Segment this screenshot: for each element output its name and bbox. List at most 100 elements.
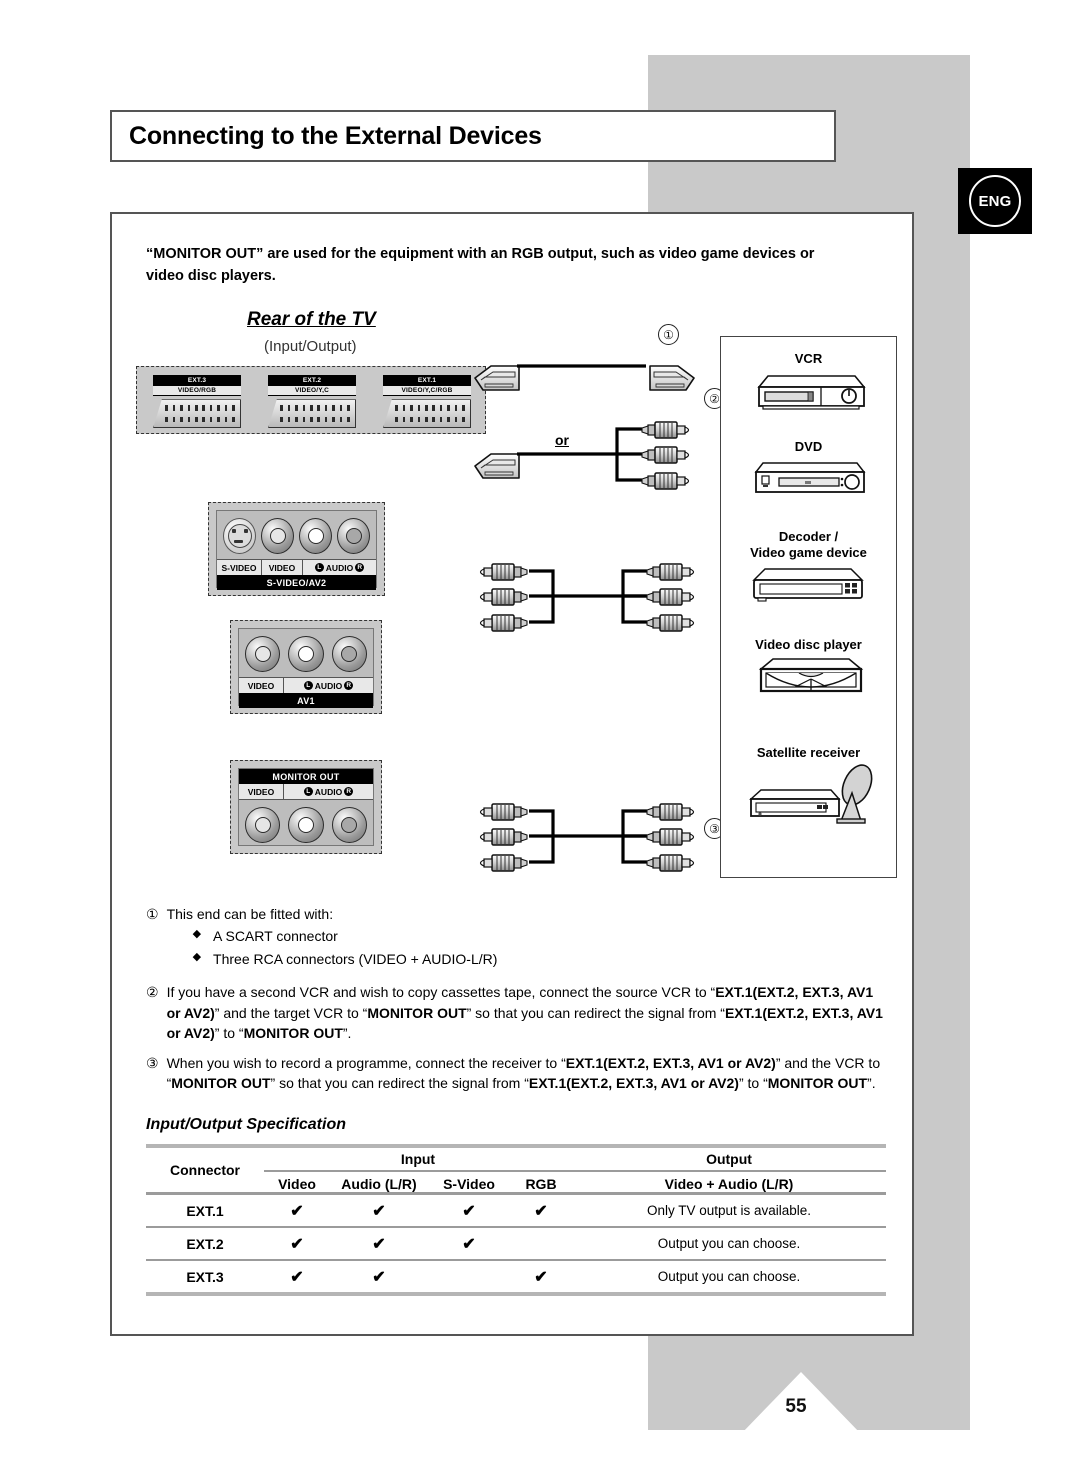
audio-label-text: AUDIO (314, 680, 343, 691)
panel-s-video-av2-jacks (217, 511, 376, 559)
panel-monitor-out-jacks (239, 800, 373, 848)
device-decoder: Decoder / Video game device (721, 529, 896, 613)
panel-monitor-out-labels: VIDEO L AUDIO R (239, 784, 373, 800)
row-ext3-video: ✔ (290, 1268, 304, 1286)
row-ext1-audio: ✔ (372, 1202, 386, 1220)
table-row: EXT.2 ✔ ✔ ✔ Output you can choose. (146, 1228, 886, 1259)
device-vcr-icon (757, 375, 866, 410)
row-ext2-video: ✔ (290, 1235, 304, 1253)
device-dvd: DVD (721, 439, 896, 506)
device-satellite-receiver-icon (749, 764, 873, 824)
spec-table: Connector Input Output Video Audio (L/R)… (146, 1144, 886, 1296)
device-dvd-label: DVD (794, 439, 823, 454)
note-1-bullet-2-text: Three RCA connectors (VIDEO + AUDIO-L/R) (213, 951, 498, 968)
s-video-jack (223, 518, 256, 554)
panel-s-video-av2: S-VIDEO VIDEO L AUDIO R S-VIDEO/AV2 (208, 502, 385, 596)
note-2-marker: ② (146, 984, 159, 1001)
panel-av1-inner: VIDEO L AUDIO R AV1 (238, 628, 374, 708)
audio-left-jack (288, 807, 324, 843)
scart-label-ext3: EXT.3 VIDEO/RGB (153, 375, 241, 397)
table-row: EXT.3 ✔ ✔ ✔ Output you can choose. (146, 1261, 886, 1292)
scart-signal-ext2: VIDEO/Y,C (268, 385, 356, 396)
label-audio-lr: L AUDIO R (303, 560, 376, 575)
video-jack (261, 518, 294, 554)
note-1-bullet-1: ◆ A SCART connector (193, 926, 886, 947)
audio-right-marker: R (344, 787, 354, 796)
audio-label-text: AUDIO (314, 786, 343, 797)
col-group-input: Input (400, 1151, 436, 1167)
spec-heading: Input/Output Specification (146, 1116, 346, 1133)
row-ext3-rgb: ✔ (534, 1268, 548, 1286)
page-title-box: Connecting to the External Devices (110, 110, 836, 162)
device-dvd-icon (754, 462, 866, 494)
device-satellite-receiver: Satellite receiver (721, 745, 896, 834)
device-vcr: VCR (721, 351, 896, 420)
label-video: VIDEO (239, 678, 284, 693)
panel-monitor-out: MONITOR OUT VIDEO L AUDIO R (230, 760, 382, 854)
panel-av1-jacks (239, 629, 373, 677)
device-decoder-icon (752, 567, 864, 602)
note-3: ③ When you wish to record a programme, c… (146, 1053, 886, 1094)
device-satellite-receiver-label: Satellite receiver (756, 745, 861, 760)
note-1-bullet-2: ◆ Three RCA connectors (VIDEO + AUDIO-L/… (193, 949, 886, 970)
page-title: Connecting to the External Devices (129, 121, 542, 150)
row-ext2-svideo: ✔ (462, 1235, 476, 1253)
page-number: 55 (785, 1396, 807, 1417)
diagram-subheading: (Input/Output) (264, 338, 357, 355)
table-rule-output (572, 1170, 886, 1172)
note-1: ① This end can be fitted with: ◆ A SCART… (146, 904, 886, 970)
cable-illustrations: or (467, 334, 712, 954)
diamond-icon: ◆ (192, 951, 202, 964)
row-ext3-connector: EXT.3 (186, 1268, 224, 1285)
panel-av1: VIDEO L AUDIO R AV1 (230, 620, 382, 714)
scart-name-ext3: EXT.3 (187, 377, 207, 384)
note-2-text: If you have a second VCR and wish to cop… (166, 984, 883, 1041)
note-3-marker: ③ (146, 1055, 159, 1072)
cables-svg (474, 364, 695, 872)
intro-text: “MONITOR OUT” are used for the equipment… (146, 246, 815, 284)
content-frame: “MONITOR OUT” are used for the equipment… (110, 212, 914, 1336)
audio-label-text: AUDIO (325, 562, 354, 573)
note-1-marker: ① (146, 906, 159, 922)
note-3-text: When you wish to record a programme, con… (166, 1055, 881, 1092)
table-row: EXT.1 ✔ ✔ ✔ ✔ Only TV output is availabl… (146, 1195, 886, 1226)
scart-body-ext3 (153, 399, 241, 429)
device-decoder-label: Decoder / Video game device (750, 529, 867, 561)
scart-connector-ext3: EXT.3 VIDEO/RGB (153, 375, 241, 429)
scart-name-ext1: EXT.1 (417, 377, 437, 384)
row-ext3-output: Output you can choose. (657, 1269, 801, 1284)
scart-body-ext1 (383, 399, 471, 429)
label-audio-lr: L AUDIO R (284, 678, 373, 693)
audio-right-jack (337, 518, 370, 554)
scart-body-ext2 (268, 399, 356, 429)
note-1-body: This end can be fitted with: ◆ A SCART c… (167, 904, 886, 970)
scart-signal-ext3: VIDEO/RGB (153, 385, 241, 396)
audio-left-marker: L (303, 787, 313, 796)
row-ext3-audio: ✔ (372, 1268, 386, 1286)
note-1-text: This end can be fitted with: (166, 906, 334, 922)
label-video: VIDEO (262, 560, 303, 575)
language-badge-label: ENG (969, 175, 1021, 227)
audio-right-marker: R (344, 681, 354, 690)
col-header-rgb: RGB (525, 1176, 557, 1192)
panel-s-video-av2-inner: S-VIDEO VIDEO L AUDIO R S-VIDEO/AV2 (216, 510, 377, 590)
scart-connector-ext1: EXT.1 VIDEO/Y,C/RGB (383, 375, 471, 429)
device-video-disc-player-icon (758, 658, 864, 693)
col-header-audio: Audio (L/R) (341, 1176, 417, 1192)
col-group-output: Output (706, 1151, 752, 1167)
row-ext1-video: ✔ (290, 1202, 304, 1220)
external-devices-box: VCR DVD Decoder / Video game device Vide… (720, 336, 897, 878)
audio-right-jack (331, 807, 367, 843)
video-jack (245, 807, 281, 843)
video-jack (245, 636, 281, 672)
panel-s-video-av2-bar: S-VIDEO/AV2 (217, 575, 376, 590)
device-video-disc-player: Video disc player (721, 637, 896, 708)
audio-right-jack (331, 636, 367, 672)
panel-av1-bar: AV1 (239, 693, 373, 708)
diagram-heading: Rear of the TV (247, 309, 376, 330)
language-badge: ENG (958, 168, 1032, 234)
panel-s-video-av2-labels: S-VIDEO VIDEO L AUDIO R (217, 559, 376, 575)
label-audio-lr: L AUDIO R (284, 784, 373, 799)
scart-connector-ext2: EXT.2 VIDEO/Y,C (268, 375, 356, 429)
device-video-disc-player-label: Video disc player (755, 637, 862, 652)
